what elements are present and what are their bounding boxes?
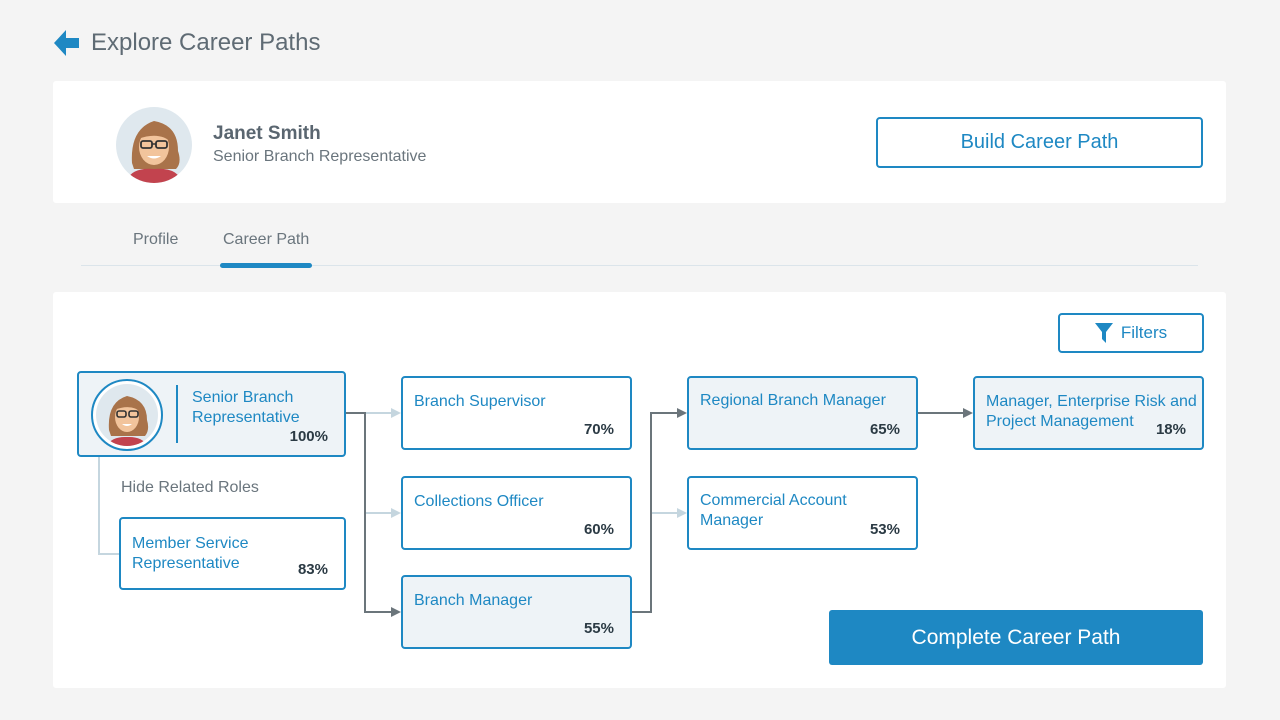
node-enterprise-risk-manager[interactable]: Manager, Enterprise Risk and Project Man… [973, 376, 1204, 450]
avatar [116, 107, 192, 183]
node-branch-manager[interactable]: Branch Manager 55% [401, 575, 632, 649]
hide-related-roles-link[interactable]: Hide Related Roles [121, 479, 259, 497]
node-match-pct: 83% [297, 561, 328, 578]
node-match-pct: 53% [869, 521, 900, 538]
profile-card: Janet Smith Senior Branch Representative… [53, 81, 1226, 203]
divider [176, 385, 178, 443]
arrow-left-icon[interactable] [52, 28, 80, 58]
node-title: Branch Manager [414, 592, 533, 609]
node-commercial-account-manager[interactable]: Commercial Account Manager 53% [687, 476, 918, 550]
node-title: Commercial Account Manager [700, 492, 847, 529]
node-regional-branch-manager[interactable]: Regional Branch Manager 65% [687, 376, 918, 450]
tab-career-path[interactable]: Career Path [223, 231, 309, 249]
active-tab-indicator [220, 263, 312, 268]
page-header: Explore Career Paths [52, 28, 320, 58]
career-path-graph: Filters Senior Branch Representative 100… [53, 292, 1226, 688]
node-match-pct: 65% [869, 421, 900, 438]
filters-button[interactable]: Filters [1058, 313, 1204, 353]
node-match-pct: 100% [289, 428, 328, 445]
node-match-pct: 70% [583, 421, 614, 438]
node-match-pct: 60% [583, 521, 614, 538]
node-match-pct: 55% [583, 620, 614, 637]
node-collections-officer[interactable]: Collections Officer 60% [401, 476, 632, 550]
tab-bar: Profile Career Path [81, 222, 1198, 268]
node-title: Regional Branch Manager [700, 392, 886, 409]
node-title: Senior Branch Representative [192, 389, 300, 426]
node-origin[interactable]: Senior Branch Representative 100% [77, 371, 346, 457]
profile-role: Senior Branch Representative [213, 148, 427, 165]
page-title: Explore Career Paths [91, 29, 321, 56]
node-title: Member Service Representative [132, 535, 249, 572]
node-related-role[interactable]: Member Service Representative 83% [119, 517, 346, 590]
node-title: Collections Officer [414, 493, 544, 510]
related-roles-connector [98, 457, 119, 555]
node-match-pct: 18% [1155, 421, 1186, 438]
connector-to-branch-manager [346, 412, 401, 617]
profile-name: Janet Smith [213, 123, 321, 144]
build-career-path-button[interactable]: Build Career Path [876, 117, 1203, 168]
connector-to-regional-branch-manager [632, 408, 687, 613]
filter-icon [1094, 323, 1113, 343]
tab-profile[interactable]: Profile [133, 231, 178, 249]
node-title: Branch Supervisor [414, 393, 546, 410]
filters-label: Filters [1120, 323, 1168, 342]
complete-career-path-button[interactable]: Complete Career Path [829, 610, 1203, 665]
node-branch-supervisor[interactable]: Branch Supervisor 70% [401, 376, 632, 450]
avatar [91, 379, 163, 451]
